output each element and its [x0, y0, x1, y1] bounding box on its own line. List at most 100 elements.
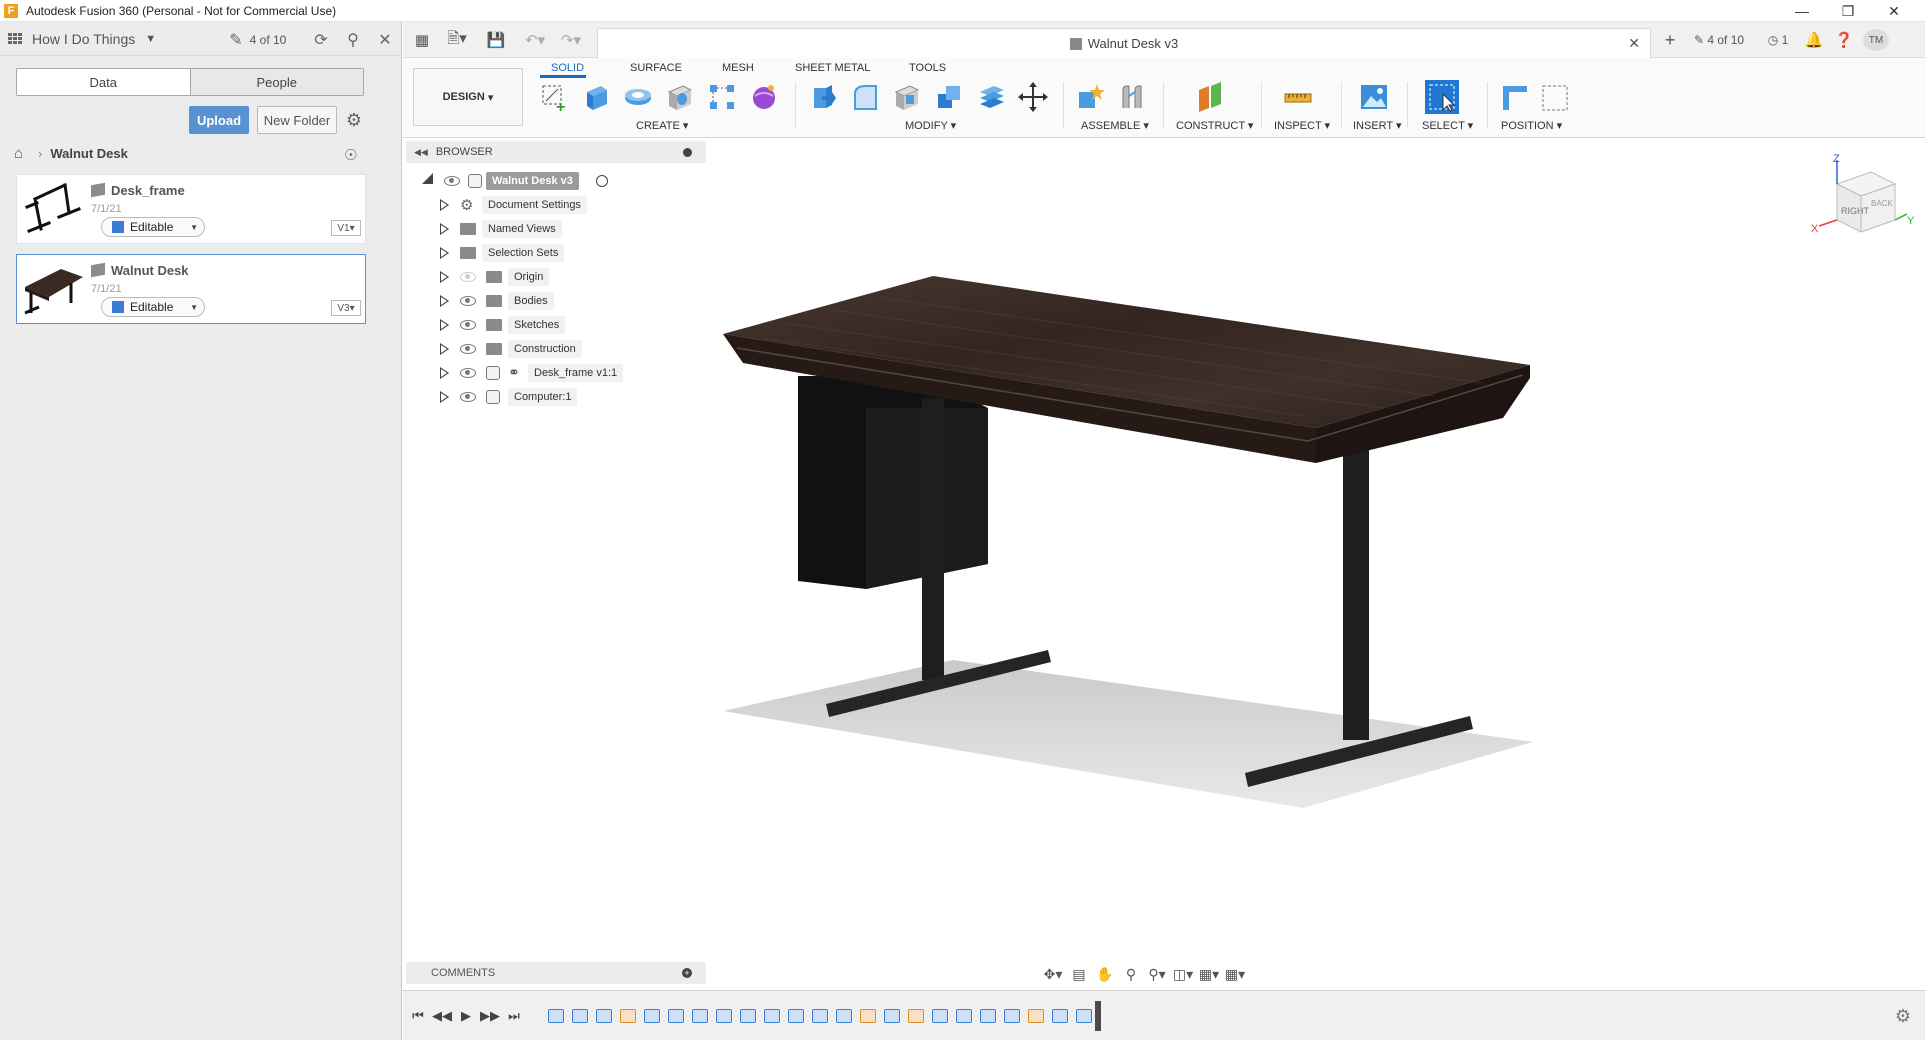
refresh-icon[interactable]: ⟳: [310, 29, 332, 51]
display-settings-icon[interactable]: ◫▾: [1170, 966, 1196, 983]
timeline-feature-icon[interactable]: [884, 1009, 900, 1023]
tree-item[interactable]: Origin: [436, 267, 716, 287]
timeline-feature-icon[interactable]: [740, 1009, 756, 1023]
help-icon[interactable]: ❓: [1833, 28, 1855, 52]
construct-group-label[interactable]: CONSTRUCT ▾: [1176, 119, 1253, 132]
offset-face-icon[interactable]: [974, 80, 1008, 114]
modify-group-label[interactable]: MODIFY ▾: [905, 119, 956, 132]
grid-settings-icon[interactable]: ▦▾: [1196, 966, 1222, 983]
timeline-feature-icon[interactable]: [716, 1009, 732, 1023]
new-folder-button[interactable]: New Folder: [257, 106, 337, 134]
frame-leg-left[interactable]: [922, 398, 944, 680]
create-group-label[interactable]: CREATE ▾: [636, 119, 688, 132]
revolve-icon[interactable]: [621, 80, 655, 114]
timeline-feature-icon[interactable]: [548, 1009, 564, 1023]
tree-item[interactable]: Bodies: [436, 291, 716, 311]
editable-status-dropdown[interactable]: Editable ▼: [101, 297, 205, 317]
tree-item[interactable]: Sketches: [436, 315, 716, 335]
close-tab-icon[interactable]: ✕: [1628, 35, 1640, 52]
assemble-group-label[interactable]: ASSEMBLE ▾: [1081, 119, 1149, 132]
frame-leg-right[interactable]: [1343, 450, 1369, 740]
viewports-icon[interactable]: ▦▾: [1222, 966, 1248, 983]
version-badge[interactable]: V3 ▾: [331, 300, 361, 316]
browser-panel-header[interactable]: ◀◀ BROWSER: [406, 141, 706, 163]
select-icon[interactable]: [1425, 80, 1459, 114]
timeline-feature-icon[interactable]: [692, 1009, 708, 1023]
timeline-feature-icon[interactable]: [668, 1009, 684, 1023]
expand-triangle-icon[interactable]: [440, 295, 449, 307]
tab-data[interactable]: Data: [17, 69, 190, 95]
zoom-icon[interactable]: ⚲: [1118, 966, 1144, 983]
position-group-label[interactable]: POSITION ▾: [1501, 119, 1562, 132]
editable-status-dropdown[interactable]: Editable ▼: [101, 217, 205, 237]
expand-triangle-icon[interactable]: [440, 271, 449, 283]
tree-item[interactable]: ⚭ Desk_frame v1:1: [436, 363, 716, 383]
timeline-feature-icon[interactable]: [788, 1009, 804, 1023]
activate-radio-icon[interactable]: [596, 175, 608, 187]
timeline-feature-icon[interactable]: [836, 1009, 852, 1023]
home-icon[interactable]: ⌂: [14, 146, 30, 161]
workspace-switcher[interactable]: DESIGN ▾: [413, 68, 523, 126]
hole-icon[interactable]: [663, 80, 697, 114]
file-menu-icon[interactable]: 🗎▾: [441, 28, 473, 52]
timeline-feature-icon[interactable]: [812, 1009, 828, 1023]
insert-group-label[interactable]: INSERT ▾: [1353, 119, 1402, 132]
upload-button[interactable]: Upload: [189, 106, 249, 134]
pin-icon[interactable]: [683, 147, 692, 157]
minimize-button[interactable]: —: [1779, 0, 1825, 22]
insert-image-icon[interactable]: [1357, 80, 1391, 114]
file-card-desk-frame[interactable]: Desk_frame 7/1/21 Editable ▼ V1 ▾: [16, 174, 366, 244]
add-comment-icon[interactable]: +: [682, 968, 692, 978]
joint-icon[interactable]: [1115, 80, 1149, 114]
create-form-icon[interactable]: [747, 80, 781, 114]
tree-root-walnut-desk[interactable]: Walnut Desk v3: [420, 171, 720, 191]
orbit-icon[interactable]: ✥▾: [1040, 966, 1066, 983]
fit-icon[interactable]: ⚲▾: [1144, 966, 1170, 983]
move-copy-icon[interactable]: [1016, 80, 1050, 114]
visibility-eye-icon[interactable]: [444, 176, 460, 186]
pattern-icon[interactable]: [705, 80, 739, 114]
expand-triangle-icon[interactable]: [440, 391, 449, 403]
redo-icon[interactable]: ↷▾: [555, 28, 587, 52]
save-icon[interactable]: 💾: [485, 28, 507, 52]
create-sketch-icon[interactable]: +: [537, 80, 571, 114]
job-files-count[interactable]: ✎ 4 of 10: [1689, 28, 1749, 52]
visibility-eye-icon[interactable]: [460, 296, 476, 306]
file-name[interactable]: Desk_frame: [111, 183, 185, 198]
expand-triangle-icon[interactable]: [440, 223, 449, 235]
timeline-play-icon[interactable]: ▶: [457, 1007, 475, 1025]
version-badge[interactable]: V1 ▾: [331, 220, 361, 236]
expand-triangle-icon[interactable]: [440, 199, 449, 211]
timeline-feature-icon[interactable]: [620, 1009, 636, 1023]
undo-icon[interactable]: ↶▾: [519, 28, 551, 52]
timeline-feature-icon[interactable]: [572, 1009, 588, 1023]
timeline-feature-icon[interactable]: [980, 1009, 996, 1023]
project-selector[interactable]: How I Do Things ▼: [8, 31, 156, 47]
data-panel-toggle-icon[interactable]: ▦: [411, 28, 433, 52]
visibility-eye-icon[interactable]: [460, 344, 476, 354]
timeline-feature-icon[interactable]: [908, 1009, 924, 1023]
offset-plane-icon[interactable]: [1193, 80, 1227, 114]
timeline-feature-icon[interactable]: [596, 1009, 612, 1023]
timeline-feature-icon[interactable]: [644, 1009, 660, 1023]
visibility-eye-icon[interactable]: [460, 272, 476, 282]
tree-item[interactable]: Construction: [436, 339, 716, 359]
tree-item[interactable]: Computer:1: [436, 387, 716, 407]
press-pull-icon[interactable]: [806, 80, 840, 114]
timeline-start-icon[interactable]: ⏮: [409, 1007, 427, 1025]
inspect-group-label[interactable]: INSPECT ▾: [1274, 119, 1330, 132]
job-status[interactable]: ◷ 1: [1763, 28, 1793, 52]
look-at-icon[interactable]: ▤: [1066, 966, 1092, 983]
extrude-icon[interactable]: [579, 80, 613, 114]
restore-button[interactable]: ❐: [1825, 0, 1871, 22]
expand-triangle-icon[interactable]: [440, 367, 449, 379]
tree-item[interactable]: ⚙ Document Settings: [436, 195, 716, 215]
visibility-eye-icon[interactable]: [460, 392, 476, 402]
tab-tools[interactable]: TOOLS: [909, 58, 946, 78]
timeline-feature-icon[interactable]: [860, 1009, 876, 1023]
document-tab[interactable]: Walnut Desk v3 ✕: [597, 28, 1651, 58]
timeline-feature-icon[interactable]: [956, 1009, 972, 1023]
file-name[interactable]: Walnut Desk: [111, 263, 189, 278]
new-tab-plus-icon[interactable]: +: [1659, 28, 1681, 52]
close-icon[interactable]: ✕: [374, 29, 396, 51]
